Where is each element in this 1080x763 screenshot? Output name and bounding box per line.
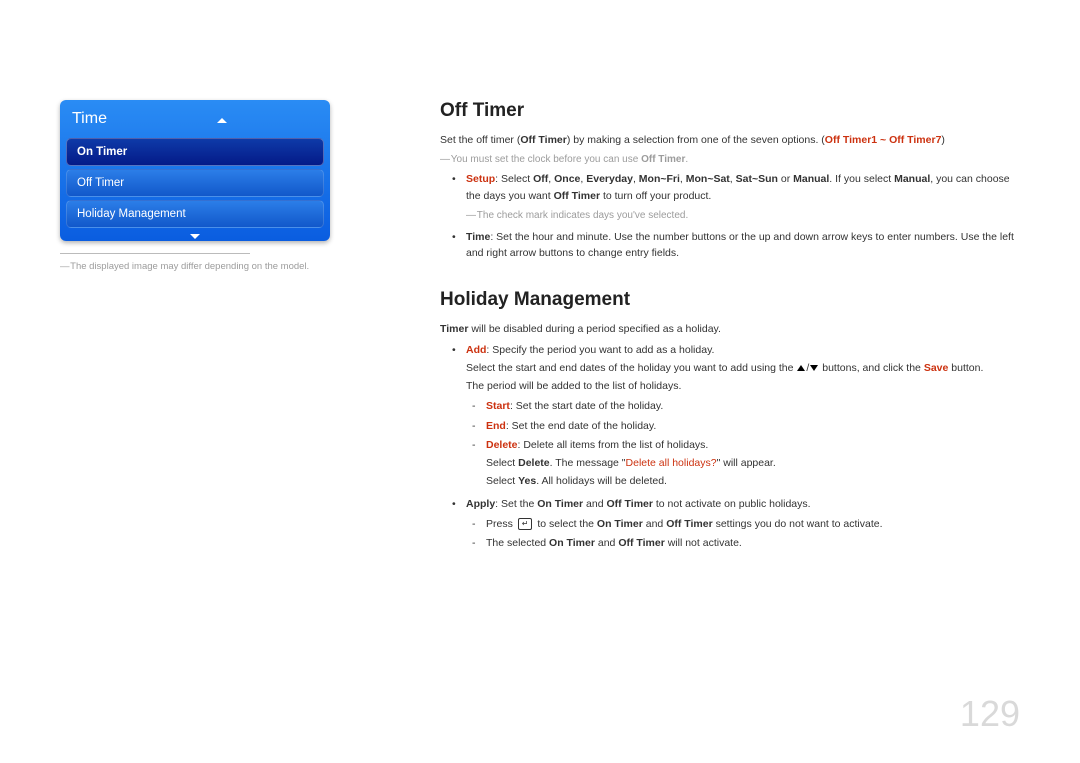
time-bullet: Time: Set the hour and minute. Use the n… [466, 229, 1020, 262]
page-number: 129 [960, 693, 1020, 735]
off-timer-intro: Set the off timer (Off Timer) by making … [440, 132, 1020, 148]
apply-dash-1: Press ↵ to select the On Timer and Off T… [486, 516, 1020, 532]
clock-must-set-note: You must set the clock before you can us… [440, 152, 1020, 167]
chevron-down-icon [190, 234, 200, 239]
menu-item-off-timer[interactable]: Off Timer [66, 169, 324, 197]
off-timer-heading: Off Timer [440, 100, 1020, 122]
end-dash: End: Set the end date of the holiday. [486, 418, 1020, 434]
chevron-up-icon [217, 118, 227, 123]
apply-bullet: Apply: Set the On Timer and Off Timer to… [466, 496, 1020, 552]
left-column: Time On Timer Off Timer Holiday Manageme… [60, 100, 380, 558]
menu-title: Time [66, 108, 324, 138]
start-dash: Start: Set the start date of the holiday… [486, 398, 1020, 414]
checkmark-note: The check mark indicates days you've sel… [466, 208, 1020, 223]
triangle-down-icon [810, 365, 818, 371]
time-menu-panel: Time On Timer Off Timer Holiday Manageme… [60, 100, 330, 241]
holiday-intro: Timer will be disabled during a period s… [440, 321, 1020, 337]
content-column: Off Timer Set the off timer (Off Timer) … [380, 100, 1020, 558]
menu-item-on-timer[interactable]: On Timer [66, 138, 324, 166]
apply-dash-2: The selected On Timer and Off Timer will… [486, 535, 1020, 551]
model-disclaimer-note: The displayed image may differ depending… [60, 260, 380, 273]
delete-dash: Delete: Delete all items from the list o… [486, 437, 1020, 490]
setup-bullet: Setup: Select Off, Once, Everyday, Mon~F… [466, 171, 1020, 223]
enter-button-icon: ↵ [518, 518, 533, 530]
menu-item-holiday-management[interactable]: Holiday Management [66, 200, 324, 228]
delete-line-3: Select Yes. All holidays will be deleted… [486, 473, 1020, 489]
delete-line-2: Select Delete. The message "Delete all h… [486, 455, 1020, 471]
add-line-3: The period will be added to the list of … [466, 378, 1020, 394]
holiday-heading: Holiday Management [440, 289, 1020, 311]
triangle-up-icon [797, 365, 805, 371]
divider [60, 253, 250, 254]
add-line-2: Select the start and end dates of the ho… [466, 360, 1020, 376]
add-bullet: Add: Specify the period you want to add … [466, 342, 1020, 490]
